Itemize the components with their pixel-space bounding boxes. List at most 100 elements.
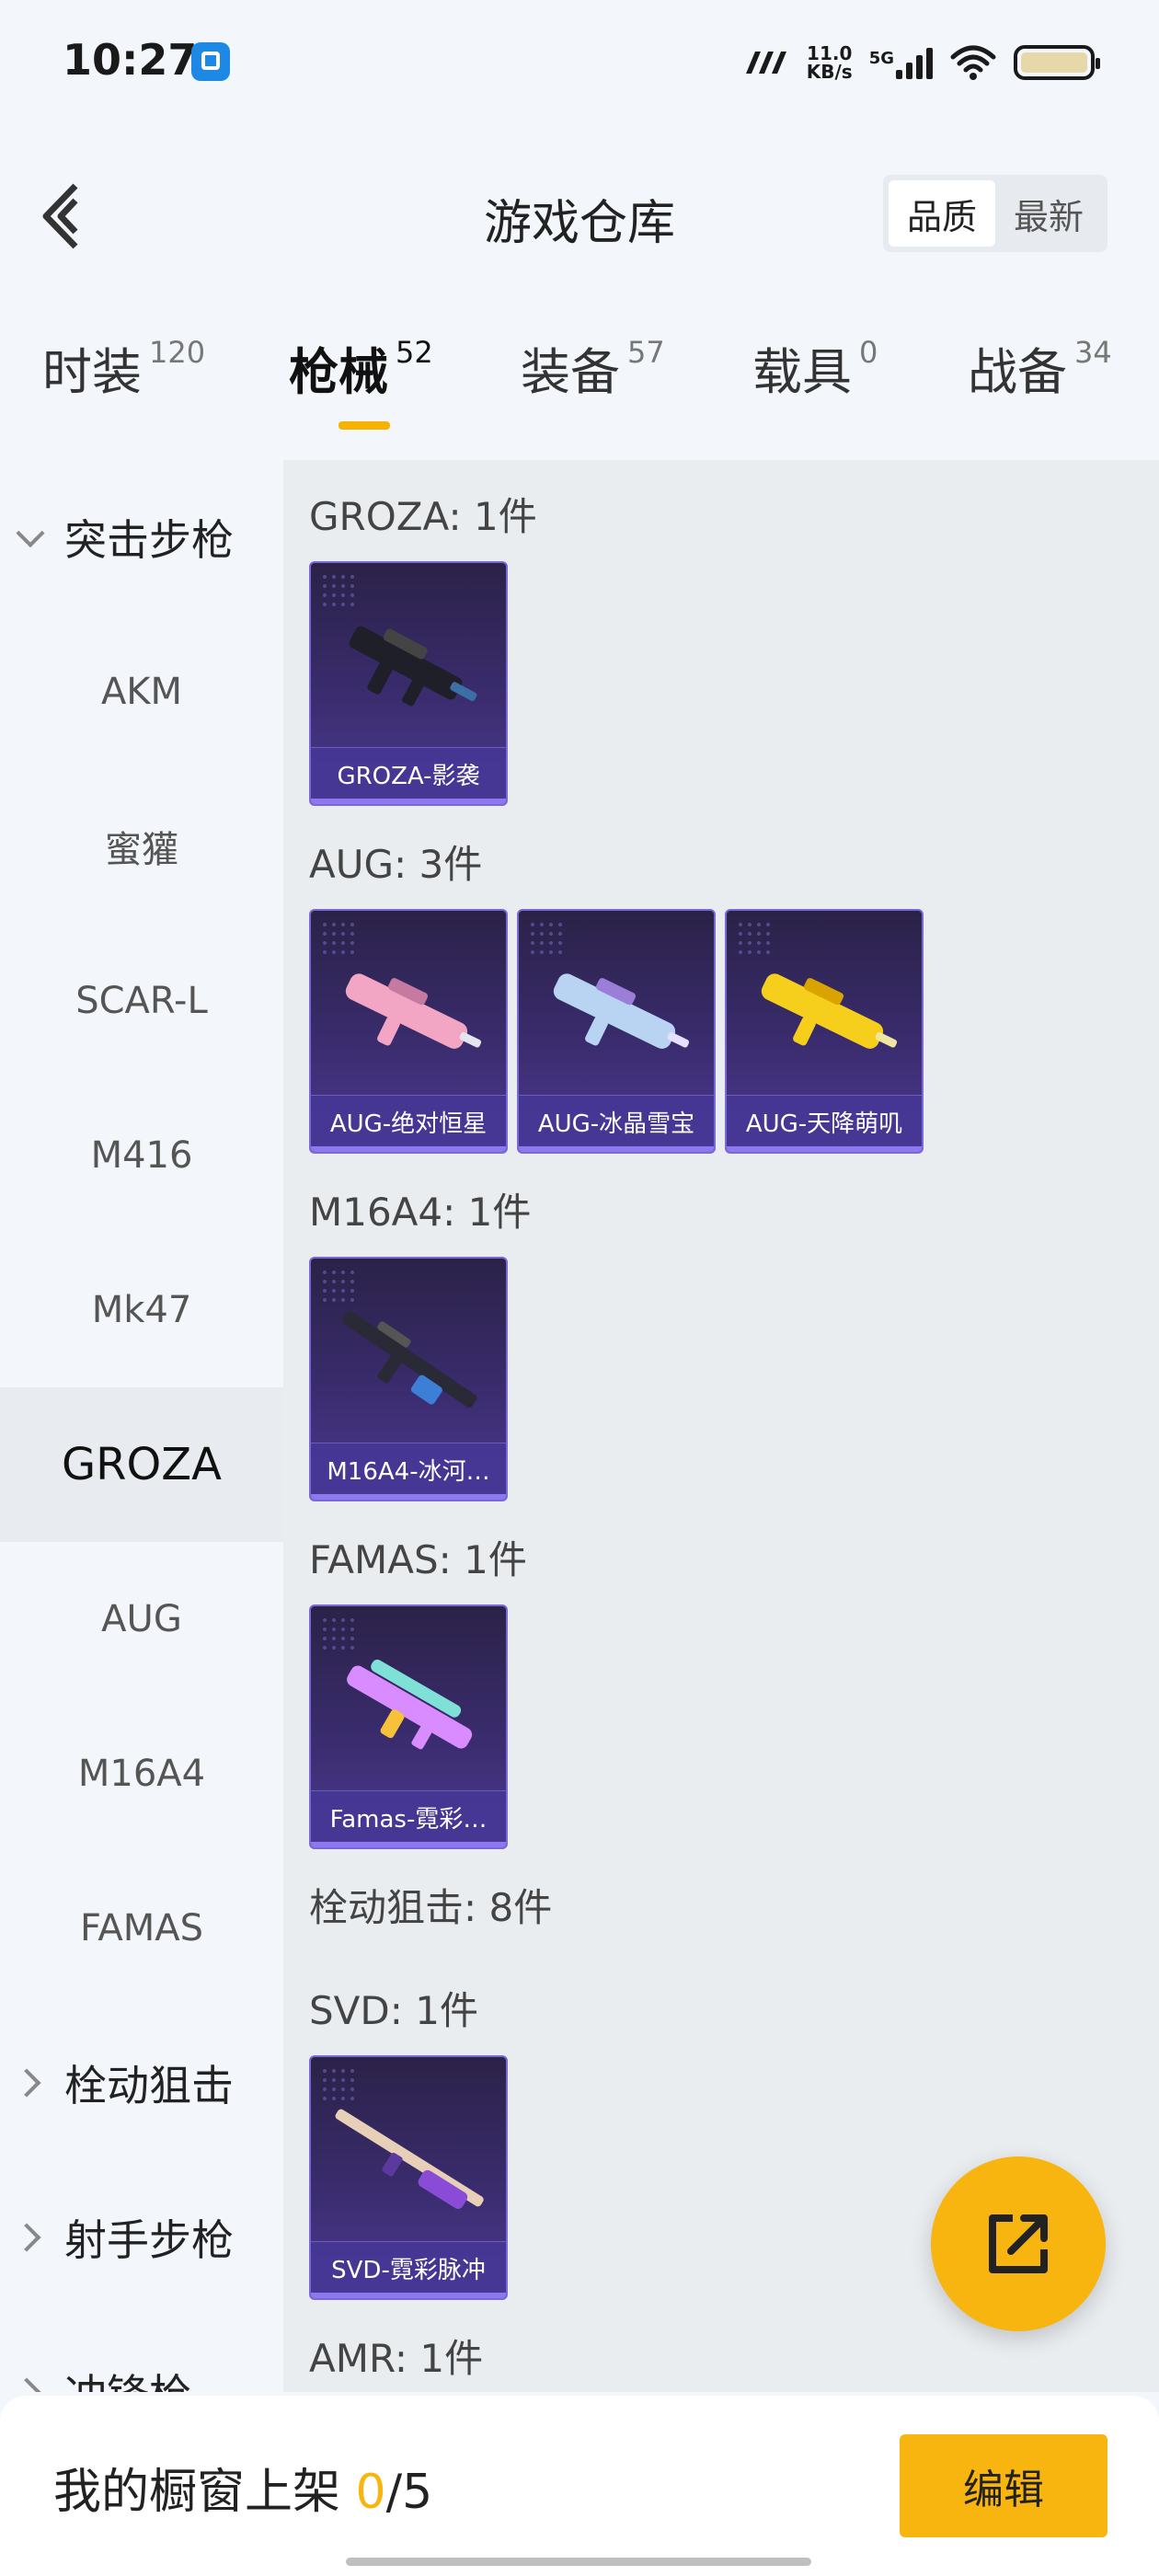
- sidebar-item-label: 射手步枪: [64, 2215, 234, 2265]
- tab-label: 载具: [752, 343, 852, 401]
- tab-count: 0: [859, 335, 878, 370]
- aug-skin-icon: [553, 973, 690, 1049]
- tab-vehicles[interactable]: 载具 0: [752, 331, 878, 404]
- category-tabs: 时装 120 枪械 52 装备 57 载具 0 战备 34: [0, 331, 1159, 451]
- tab-equipment[interactable]: 装备 57: [521, 331, 665, 404]
- status-bar: 10:27 11.0 KB/s 5G: [0, 0, 1159, 129]
- tab-firearms[interactable]: 枪械 52: [289, 331, 433, 404]
- sidebar-item-label: AUG: [101, 1598, 182, 1640]
- chevron-right-icon: [12, 2068, 41, 2098]
- network-label: 5G: [868, 49, 894, 68]
- weapon-card-aug-1[interactable]: AUG-绝对恒星: [309, 909, 508, 1154]
- weapon-card-label: AUG-天降萌叽: [745, 1110, 903, 1138]
- tab-label: 装备: [521, 343, 620, 401]
- sidebar-group-marksman[interactable]: 射手步枪: [0, 2160, 283, 2315]
- sidebar-item-label: 栓动狙击: [64, 2061, 234, 2110]
- weapon-card-svd[interactable]: SVD-霓彩脉冲: [309, 2055, 508, 2300]
- sidebar-item-aug[interactable]: AUG: [0, 1542, 283, 1696]
- chevron-down-icon: [16, 519, 45, 548]
- tab-count: 57: [627, 335, 665, 370]
- battery-icon: [1014, 45, 1100, 80]
- weapon-card-aug-3[interactable]: AUG-天降萌叽: [725, 909, 924, 1154]
- sort-option-latest[interactable]: 最新: [995, 180, 1102, 247]
- tab-count: 52: [396, 335, 433, 370]
- tab-count: 120: [149, 335, 206, 370]
- weapon-card-m16a4[interactable]: M16A4-冰河…: [309, 1257, 508, 1501]
- sidebar-item-label: 蜜獾: [105, 829, 178, 871]
- sidebar-item-groza[interactable]: GROZA: [0, 1387, 283, 1542]
- famas-skin-icon: [347, 1659, 473, 1750]
- weapon-card-label: GROZA-影袭: [337, 763, 480, 790]
- tab-combat-supplies[interactable]: 战备 34: [968, 331, 1112, 404]
- wifi-icon: [950, 45, 996, 80]
- tab-label: 时装: [42, 343, 142, 401]
- sidebar-item-label: GROZA: [61, 1439, 223, 1490]
- sidebar-item-label: Mk47: [91, 1289, 192, 1331]
- sidebar-item-label: M16A4: [77, 1753, 206, 1795]
- weapon-card-label: AUG-冰晶雪宝: [537, 1110, 695, 1138]
- weapon-card-groza[interactable]: GROZA-影袭: [309, 561, 508, 806]
- signal-icon: [896, 46, 933, 79]
- sort-option-quality[interactable]: 品质: [889, 180, 995, 247]
- tab-fashion[interactable]: 时装 120: [42, 331, 205, 404]
- sidebar-item-label: SCAR-L: [75, 980, 208, 1022]
- weapon-card-label: Famas-霓彩…: [329, 1806, 488, 1834]
- sidebar-item-m416[interactable]: M416: [0, 1078, 283, 1233]
- page-header: 游戏仓库 品质 最新: [0, 156, 1159, 276]
- section-title-groza: GROZA: 1件: [309, 494, 537, 539]
- weapon-card-label: SVD-霓彩脉冲: [331, 2257, 486, 2284]
- section-title-aug: AUG: 3件: [309, 842, 483, 887]
- network-speed: 11.0 KB/s: [806, 42, 853, 83]
- m16a4-skin-icon: [341, 1310, 477, 1409]
- aug-skin-icon: [345, 973, 482, 1049]
- tab-label: 枪械: [289, 343, 388, 401]
- aug-skin-icon: [761, 973, 898, 1049]
- weapon-category-sidebar: 突击步枪 AKM 蜜獾 SCAR-L M416 Mk47 GROZA AUG M…: [0, 460, 283, 2392]
- signal-group: 5G: [869, 46, 933, 79]
- home-indicator[interactable]: [346, 2558, 811, 2566]
- showcase-status: 我的橱窗上架 0/5: [53, 2453, 432, 2522]
- groza-skin-icon: [349, 626, 477, 707]
- sidebar-group-smg[interactable]: 冲锋枪: [0, 2315, 283, 2392]
- sidebar-item-honey-badger[interactable]: 蜜獾: [0, 769, 283, 924]
- showcase-total: /5: [385, 2465, 433, 2520]
- section-title-m16a4: M16A4: 1件: [309, 1190, 532, 1235]
- section-title-svd: SVD: 1件: [309, 1988, 478, 2033]
- showcase-bottom-bar: 我的橱窗上架 0/5 编辑: [0, 2396, 1159, 2576]
- active-tab-indicator: [339, 421, 390, 430]
- weapon-list: GROZA: 1件 GROZA-影袭 AUG: 3件 AUG-绝对恒星 AUG-…: [283, 460, 1159, 2392]
- status-time: 10:27: [63, 35, 198, 85]
- weapon-card-label: AUG-绝对恒星: [329, 1110, 488, 1138]
- svd-skin-icon: [335, 2109, 484, 2209]
- showcase-count: 0: [355, 2465, 386, 2520]
- share-button[interactable]: [931, 2156, 1106, 2331]
- tab-count: 34: [1074, 335, 1112, 370]
- sidebar-item-famas[interactable]: FAMAS: [0, 1851, 283, 2006]
- weapon-card-famas[interactable]: Famas-霓彩…: [309, 1604, 508, 1849]
- weapon-card-aug-2[interactable]: AUG-冰晶雪宝: [517, 909, 716, 1154]
- section-title-famas: FAMAS: 1件: [309, 1537, 527, 1582]
- sort-toggle: 品质 最新: [883, 175, 1107, 252]
- sidebar-item-label: FAMAS: [80, 1907, 203, 1949]
- showcase-label: 我的橱窗上架: [53, 2465, 341, 2520]
- sidebar-item-akm[interactable]: AKM: [0, 615, 283, 769]
- section-title-bolt-action: 栓动狙击: 8件: [309, 1885, 553, 1930]
- edit-button[interactable]: 编辑: [900, 2434, 1107, 2537]
- chevron-right-icon: [12, 2377, 41, 2392]
- sidebar-group-assault-rifles[interactable]: 突击步枪: [0, 460, 283, 615]
- sidebar-item-label: M416: [90, 1134, 193, 1177]
- sidebar-item-m16a4[interactable]: M16A4: [0, 1696, 283, 1851]
- network-type-icon: [745, 52, 786, 74]
- tab-label: 战备: [968, 343, 1067, 401]
- sidebar-item-label: 突击步枪: [64, 515, 234, 565]
- sidebar-item-label: 冲锋枪: [64, 2362, 191, 2392]
- status-icons: 11.0 KB/s 5G: [742, 37, 1100, 88]
- sidebar-item-scar-l[interactable]: SCAR-L: [0, 924, 283, 1078]
- sidebar-item-mk47[interactable]: Mk47: [0, 1233, 283, 1387]
- share-export-icon: [989, 2214, 1048, 2273]
- chevron-right-icon: [12, 2223, 41, 2252]
- sidebar-group-bolt-action[interactable]: 栓动狙击: [0, 2006, 283, 2160]
- sidebar-item-label: AKM: [100, 671, 183, 713]
- screenshot-app-icon: [191, 42, 230, 81]
- section-title-amr: AMR: 1件: [309, 2336, 484, 2381]
